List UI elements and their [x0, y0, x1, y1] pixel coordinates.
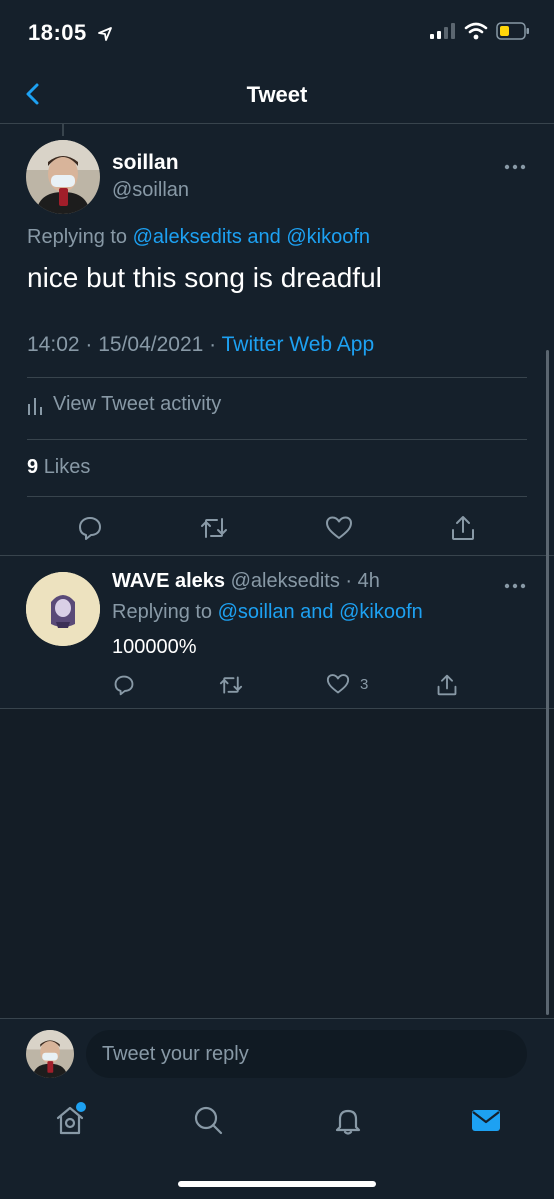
reply-text: 100000%	[112, 636, 197, 658]
replying-to-links[interactable]: @soillan and @kikoofn	[218, 601, 423, 623]
heart-icon	[326, 674, 350, 694]
avatar[interactable]	[26, 140, 100, 214]
scrollbar[interactable]	[546, 350, 549, 1015]
tab-notifications[interactable]	[332, 1104, 364, 1136]
status-time: 18:05	[28, 20, 113, 46]
author-handle[interactable]: @soillan	[112, 179, 189, 202]
divider	[0, 555, 554, 556]
share-button[interactable]	[445, 510, 481, 546]
retweet-icon	[201, 518, 227, 538]
like-button[interactable]	[321, 510, 357, 546]
tweet-meta: 14:02 · 15/04/2021 · Twitter Web App	[27, 333, 374, 357]
tab-messages[interactable]	[469, 1105, 503, 1135]
reply-icon	[79, 517, 101, 540]
empty-area	[0, 709, 554, 1019]
replying-to-line: Replying to @aleksedits and @kikoofn	[27, 226, 370, 249]
home-indicator	[178, 1181, 376, 1187]
notification-dot	[76, 1102, 86, 1112]
activity-chart-icon	[28, 397, 42, 415]
share-icon	[437, 674, 457, 696]
user-photo	[26, 1030, 74, 1078]
reply-share-button[interactable]	[433, 670, 461, 700]
current-user-avatar[interactable]	[26, 1030, 74, 1078]
tab-search[interactable]	[192, 1104, 224, 1136]
tweet-source-link[interactable]: Twitter Web App	[222, 333, 375, 356]
more-options-button[interactable]	[504, 158, 526, 176]
status-icons	[430, 22, 530, 40]
more-horizontal-icon	[504, 583, 526, 589]
reply-author-name[interactable]: WAVE aleks	[112, 570, 225, 592]
reply-time: · 4h	[345, 570, 380, 592]
share-icon	[452, 516, 474, 540]
bell-icon	[335, 1109, 361, 1135]
reply-button[interactable]	[72, 510, 108, 546]
location-arrow-icon	[98, 27, 113, 42]
tab-home[interactable]	[52, 1102, 88, 1138]
reply-like-count: 3	[360, 675, 369, 693]
search-icon	[194, 1106, 223, 1135]
reply-like-button[interactable]: 3	[326, 669, 368, 699]
likes-number: 9	[27, 456, 39, 478]
retweet-icon	[219, 676, 243, 694]
tweet-timestamp: 14:02 · 15/04/2021 ·	[27, 333, 222, 356]
tweet-text: nice but this song is dreadful	[27, 262, 382, 293]
divider	[27, 496, 527, 497]
avatar[interactable]	[26, 572, 100, 646]
reply-icon	[114, 675, 134, 696]
activity-label: View Tweet activity	[53, 393, 222, 415]
divider	[27, 377, 527, 378]
reply-header: WAVE aleks @aleksedits · 4h	[112, 570, 380, 593]
reply-author-handle[interactable]: @aleksedits	[231, 570, 340, 592]
divider	[27, 439, 527, 440]
battery-icon	[496, 22, 529, 40]
reply-replying-to-line: Replying to @soillan and @kikoofn	[112, 601, 423, 624]
replying-to-links[interactable]: @aleksedits and @kikoofn	[133, 226, 370, 248]
cellular-signal-icon	[430, 23, 455, 39]
page-title: Tweet	[246, 82, 308, 107]
more-horizontal-icon	[504, 164, 526, 170]
replying-to-label: Replying to	[27, 226, 128, 248]
author-name[interactable]: soillan	[112, 151, 179, 175]
likes-label: Likes	[43, 456, 91, 478]
reply-reply-button[interactable]	[110, 671, 138, 699]
replying-to-label: Replying to	[112, 601, 213, 623]
user-photo	[26, 140, 100, 214]
envelope-icon	[472, 1110, 500, 1131]
likes-count-link[interactable]: 9 Likes	[27, 456, 90, 479]
reply-retweet-button[interactable]	[216, 671, 246, 699]
wifi-icon	[464, 22, 488, 40]
user-photo	[26, 572, 100, 646]
view-tweet-activity-link[interactable]: View Tweet activity	[27, 393, 221, 416]
retweet-button[interactable]	[196, 510, 232, 546]
heart-icon	[326, 516, 352, 539]
reply-more-options-button[interactable]	[504, 577, 526, 595]
tweet-reply-input[interactable]	[86, 1030, 527, 1078]
thread-connector-line	[62, 124, 64, 136]
